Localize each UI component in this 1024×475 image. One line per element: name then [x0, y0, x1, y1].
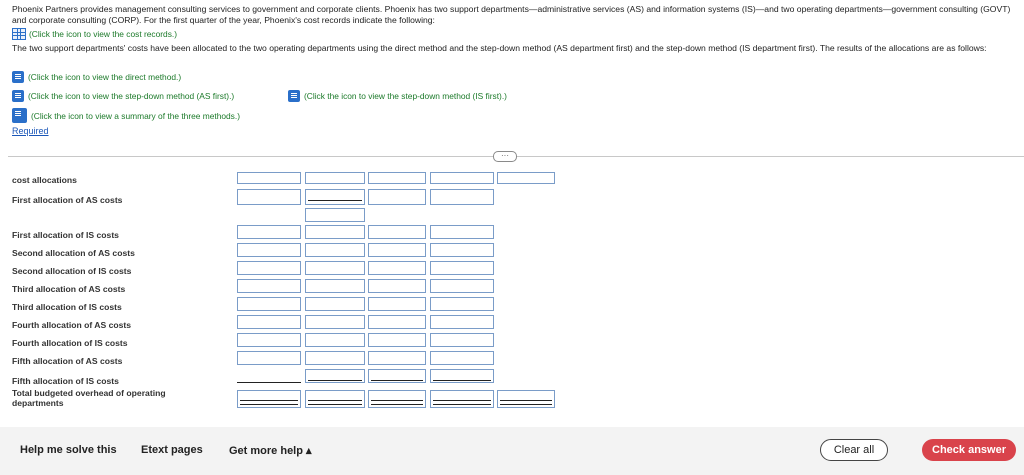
row-label-fifth-as: Fifth allocation of AS costs: [12, 356, 123, 366]
underline: [433, 380, 491, 381]
header-input-2[interactable]: [305, 172, 365, 184]
row-label-total-line1: Total budgeted overhead of operating: [12, 388, 166, 398]
check-answer-button[interactable]: Check answer: [922, 439, 1016, 461]
input-fifth-as-4[interactable]: [430, 351, 494, 365]
input-third-is-4[interactable]: [430, 297, 494, 311]
row-label-fourth-is: Fourth allocation of IS costs: [12, 338, 128, 348]
input-fourth-as-4[interactable]: [430, 315, 494, 329]
row-label-first-as: First allocation of AS costs: [12, 195, 123, 205]
input-third-as-2[interactable]: [305, 279, 365, 293]
direct-method-link-text[interactable]: (Click the icon to view the direct metho…: [28, 72, 181, 82]
stepdown-is-link[interactable]: (Click the icon to view the step-down me…: [288, 90, 507, 102]
row-label-third-as: Third allocation of AS costs: [12, 284, 126, 294]
input-second-as-4[interactable]: [430, 243, 494, 257]
intro-paragraph-2: The two support departments' costs have …: [12, 43, 987, 53]
input-first-as-4[interactable]: [430, 189, 494, 205]
input-third-as-1[interactable]: [237, 279, 301, 293]
stepdown-is-link-text[interactable]: (Click the icon to view the step-down me…: [304, 91, 507, 101]
input-fourth-is-2[interactable]: [305, 333, 365, 347]
input-first-as-3[interactable]: [368, 189, 426, 205]
input-total-3[interactable]: [368, 390, 426, 408]
row-label-fifth-is: Fifth allocation of IS costs: [12, 376, 119, 386]
clear-all-button[interactable]: Clear all: [820, 439, 888, 461]
input-first-is-1[interactable]: [237, 225, 301, 239]
cost-records-link-text[interactable]: (Click the icon to view the cost records…: [29, 29, 177, 40]
help-me-solve-button[interactable]: Help me solve this: [20, 444, 117, 456]
etext-pages-button[interactable]: Etext pages: [141, 444, 203, 456]
input-fourth-as-3[interactable]: [368, 315, 426, 329]
input-fifth-as-2[interactable]: [305, 351, 365, 365]
input-first-as-1[interactable]: [237, 189, 301, 205]
input-fourth-as-2[interactable]: [305, 315, 365, 329]
header-input-1[interactable]: [237, 172, 301, 184]
row-label-total-line2: departments: [12, 398, 64, 408]
stepdown-as-link-text[interactable]: (Click the icon to view the step-down me…: [28, 91, 234, 101]
input-second-is-4[interactable]: [430, 261, 494, 275]
underline: [237, 382, 301, 383]
input-total-4[interactable]: [430, 390, 494, 408]
summary-link-text[interactable]: (Click the icon to view a summary of the…: [31, 111, 240, 121]
row-label-fourth-as: Fourth allocation of AS costs: [12, 320, 132, 330]
input-fourth-as-1[interactable]: [237, 315, 301, 329]
header-input-5[interactable]: [497, 172, 555, 184]
input-fifth-as-3[interactable]: [368, 351, 426, 365]
input-second-as-1[interactable]: [237, 243, 301, 257]
input-third-as-3[interactable]: [368, 279, 426, 293]
input-third-is-1[interactable]: [237, 297, 301, 311]
cost-records-link[interactable]: (Click the icon to view the cost records…: [12, 28, 1012, 40]
input-fourth-is-4[interactable]: [430, 333, 494, 347]
input-second-is-1[interactable]: [237, 261, 301, 275]
document-icon[interactable]: [12, 90, 24, 102]
input-first-is-4[interactable]: [430, 225, 494, 239]
row-label-first-is: First allocation of IS costs: [12, 230, 119, 240]
problem-intro: Phoenix Partners provides management con…: [12, 4, 1012, 54]
input-total-2[interactable]: [305, 390, 365, 408]
input-second-is-3[interactable]: [368, 261, 426, 275]
underline: [308, 380, 362, 381]
input-total-1[interactable]: [237, 390, 301, 408]
document-icon[interactable]: [12, 71, 24, 83]
row-label-cost-allocations: cost allocations: [12, 175, 77, 185]
header-input-3[interactable]: [368, 172, 426, 184]
input-first-as-subtotal[interactable]: [305, 208, 365, 222]
row-label-total: Total budgeted overhead of operating dep…: [12, 388, 166, 408]
underline: [371, 380, 423, 381]
table-icon[interactable]: [12, 28, 26, 40]
input-third-is-3[interactable]: [368, 297, 426, 311]
intro-paragraph-1: Phoenix Partners provides management con…: [12, 4, 1011, 25]
expand-more-button[interactable]: ···: [493, 151, 517, 162]
input-first-is-3[interactable]: [368, 225, 426, 239]
stepdown-as-link[interactable]: (Click the icon to view the step-down me…: [12, 90, 234, 102]
direct-method-link[interactable]: (Click the icon to view the direct metho…: [12, 71, 181, 83]
row-label-second-is: Second allocation of IS costs: [12, 266, 132, 276]
required-link[interactable]: Required: [12, 126, 49, 136]
input-first-is-2[interactable]: [305, 225, 365, 239]
get-more-help-button[interactable]: Get more help ▴: [229, 444, 312, 457]
input-second-as-3[interactable]: [368, 243, 426, 257]
input-fourth-is-3[interactable]: [368, 333, 426, 347]
document-icon[interactable]: [12, 108, 27, 123]
underline: [308, 200, 362, 201]
row-label-second-as: Second allocation of AS costs: [12, 248, 135, 258]
input-third-is-2[interactable]: [305, 297, 365, 311]
input-fourth-is-1[interactable]: [237, 333, 301, 347]
summary-link[interactable]: (Click the icon to view a summary of the…: [12, 108, 240, 123]
header-input-4[interactable]: [430, 172, 494, 184]
row-label-third-is: Third allocation of IS costs: [12, 302, 122, 312]
input-third-as-4[interactable]: [430, 279, 494, 293]
document-icon[interactable]: [288, 90, 300, 102]
input-second-is-2[interactable]: [305, 261, 365, 275]
input-second-as-2[interactable]: [305, 243, 365, 257]
input-total-5[interactable]: [497, 390, 555, 408]
input-fifth-as-1[interactable]: [237, 351, 301, 365]
input-first-as-2[interactable]: [305, 189, 365, 205]
